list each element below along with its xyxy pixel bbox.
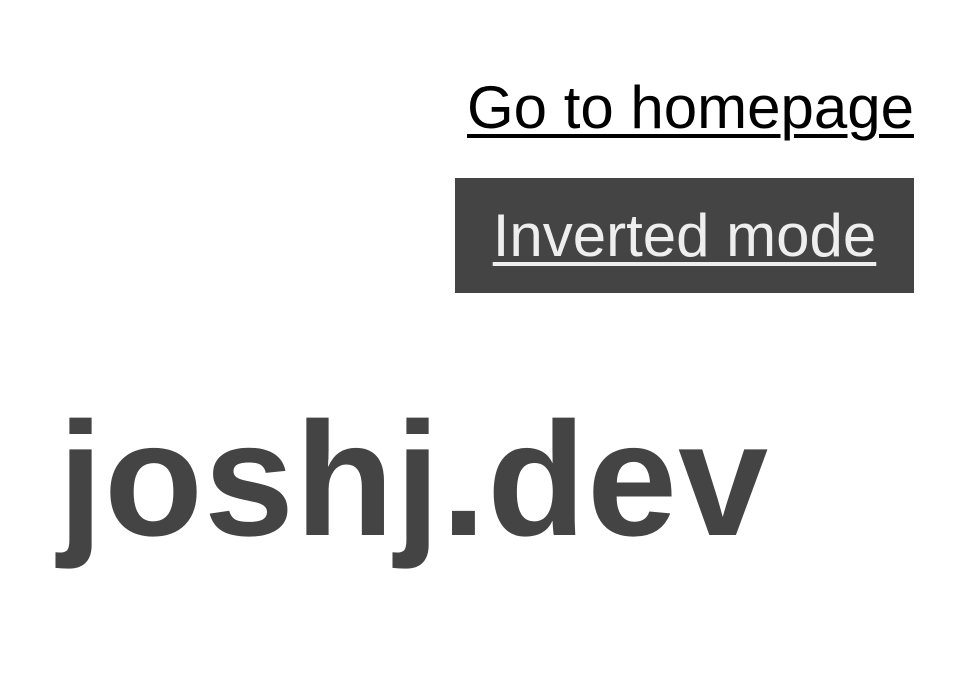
homepage-link[interactable]: Go to homepage bbox=[467, 74, 914, 142]
site-title: joshj.dev bbox=[58, 389, 770, 570]
inverted-mode-button[interactable]: Inverted mode bbox=[455, 178, 914, 293]
inverted-mode-label[interactable]: Inverted mode bbox=[493, 202, 877, 270]
top-nav: Go to homepage Inverted mode bbox=[455, 74, 914, 293]
page: Go to homepage Inverted mode joshj.dev bbox=[0, 0, 970, 685]
